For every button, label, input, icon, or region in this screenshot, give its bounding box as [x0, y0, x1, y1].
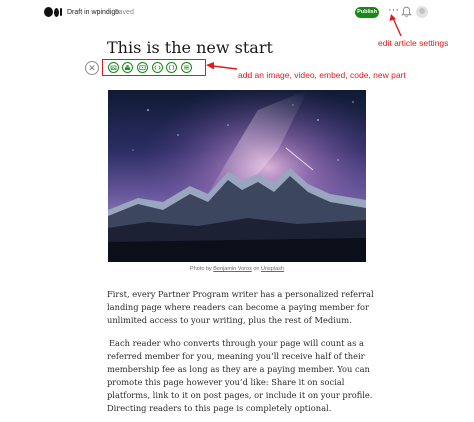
caption-middle: on: [251, 266, 262, 272]
medium-logo-icon[interactable]: [44, 7, 63, 17]
article-title[interactable]: This is the new start: [107, 38, 273, 58]
image-icon[interactable]: [108, 62, 119, 73]
insert-toolbar: [102, 59, 206, 76]
caption-source-link[interactable]: Unsplash: [261, 266, 284, 272]
new-part-icon[interactable]: [181, 62, 192, 73]
video-icon[interactable]: [137, 62, 148, 73]
draft-label: Draft in wpindigo: [67, 9, 120, 16]
publish-button[interactable]: Publish: [355, 7, 379, 18]
settings-annotation-arrow: [389, 14, 402, 37]
saved-status: Saved: [114, 9, 134, 16]
image-caption: Photo by Benjamin Voros on Unsplash: [108, 266, 366, 273]
code-icon[interactable]: [166, 62, 177, 73]
caption-author-link[interactable]: Benjamin Voros: [213, 266, 252, 272]
caption-prefix: Photo by: [190, 266, 214, 272]
toolbar-annotation: add an image, video, embed, code, new pa…: [238, 70, 406, 80]
paragraph[interactable]: First, every Partner Program writer has …: [107, 288, 377, 327]
paragraph[interactable]: Each reader who converts through your pa…: [107, 337, 377, 415]
toolbar-annotation-arrow: [206, 62, 238, 70]
unsplash-icon[interactable]: [122, 62, 133, 73]
hero-image[interactable]: [108, 90, 366, 262]
settings-annotation: edit article settings: [378, 38, 449, 48]
close-icon[interactable]: ✕: [85, 61, 99, 75]
embed-icon[interactable]: [152, 62, 163, 73]
